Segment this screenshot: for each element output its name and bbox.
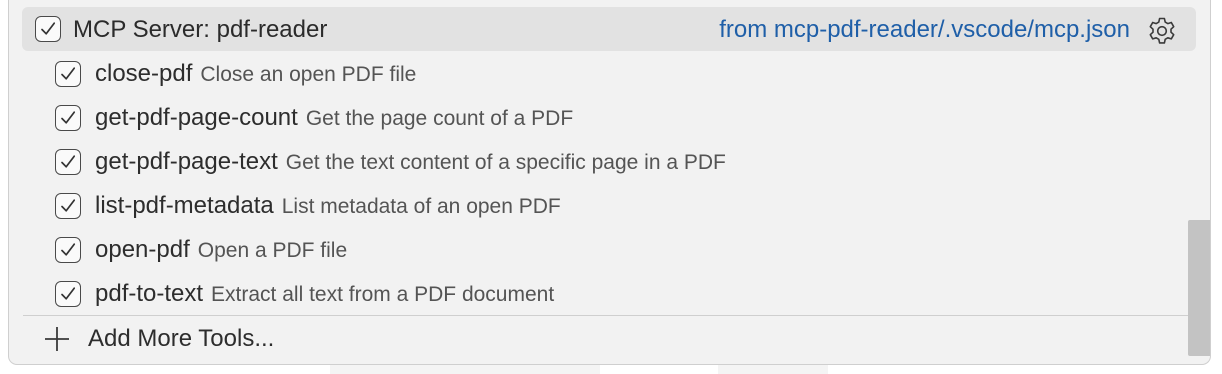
server-label: MCP Server: pdf-reader bbox=[73, 16, 328, 43]
tool-row-pdf-to-text[interactable]: pdf-to-text Extract all text from a PDF d… bbox=[9, 272, 1179, 316]
tools-picker-panel: MCP Server: pdf-reader from mcp-pdf-read… bbox=[8, 0, 1211, 365]
tool-name: open-pdf bbox=[95, 236, 190, 263]
server-config-link[interactable]: from mcp-pdf-reader/.vscode/mcp.json bbox=[719, 7, 1130, 53]
plus-icon bbox=[45, 327, 69, 351]
tool-name: get-pdf-page-count bbox=[95, 104, 298, 131]
tool-checkbox[interactable] bbox=[55, 237, 81, 263]
checkmark-icon bbox=[61, 155, 76, 168]
tool-text: pdf-to-text Extract all text from a PDF d… bbox=[95, 272, 554, 319]
tool-name: close-pdf bbox=[95, 60, 193, 87]
tool-row-get-pdf-page-text[interactable]: get-pdf-page-text Get the text content of… bbox=[9, 140, 1179, 184]
tool-description: Extract all text from a PDF document bbox=[211, 283, 555, 306]
tool-description: Get the page count of a PDF bbox=[305, 107, 574, 130]
tool-name: pdf-to-text bbox=[95, 280, 204, 307]
tool-name: list-pdf-metadata bbox=[95, 192, 274, 219]
tool-text: get-pdf-page-text Get the text content of… bbox=[95, 140, 726, 187]
checkmark-icon bbox=[61, 199, 76, 212]
tool-checkbox[interactable] bbox=[55, 281, 81, 307]
checkmark-icon bbox=[61, 243, 76, 256]
bottom-strip bbox=[0, 365, 1222, 374]
add-more-tools-label: Add More Tools... bbox=[88, 325, 275, 352]
server-row[interactable]: MCP Server: pdf-reader from mcp-pdf-read… bbox=[22, 7, 1196, 51]
tool-checkbox[interactable] bbox=[55, 105, 81, 131]
checkmark-icon bbox=[41, 22, 56, 35]
tool-text: close-pdf Close an open PDF file bbox=[95, 52, 416, 99]
checkmark-icon bbox=[61, 287, 76, 300]
tool-checkbox[interactable] bbox=[55, 149, 81, 175]
tool-description: Get the text content of a specific page … bbox=[285, 151, 726, 174]
tool-row-list-pdf-metadata[interactable]: list-pdf-metadata List metadata of an ope… bbox=[9, 184, 1179, 228]
tool-text: get-pdf-page-count Get the page count of … bbox=[95, 96, 573, 143]
checkmark-icon bbox=[61, 67, 76, 80]
checkmark-icon bbox=[61, 111, 76, 124]
tool-description: List metadata of an open PDF bbox=[281, 195, 561, 218]
tool-text: list-pdf-metadata List metadata of an ope… bbox=[95, 184, 561, 231]
server-checkbox[interactable] bbox=[35, 16, 61, 42]
tool-checkbox[interactable] bbox=[55, 193, 81, 219]
gear-icon[interactable] bbox=[1146, 15, 1178, 47]
add-more-tools-button[interactable]: Add More Tools... bbox=[23, 316, 1183, 362]
tool-row-get-pdf-page-count[interactable]: get-pdf-page-count Get the page count of … bbox=[9, 96, 1179, 140]
tool-row-close-pdf[interactable]: close-pdf Close an open PDF file bbox=[9, 52, 1179, 96]
tool-checkbox[interactable] bbox=[55, 61, 81, 87]
tool-description: Close an open PDF file bbox=[200, 63, 417, 86]
tool-name: get-pdf-page-text bbox=[95, 148, 278, 175]
tool-row-open-pdf[interactable]: open-pdf Open a PDF file bbox=[9, 228, 1179, 272]
scrollbar-thumb[interactable] bbox=[1188, 220, 1210, 356]
tool-description: Open a PDF file bbox=[197, 239, 348, 262]
tool-text: open-pdf Open a PDF file bbox=[95, 228, 347, 275]
